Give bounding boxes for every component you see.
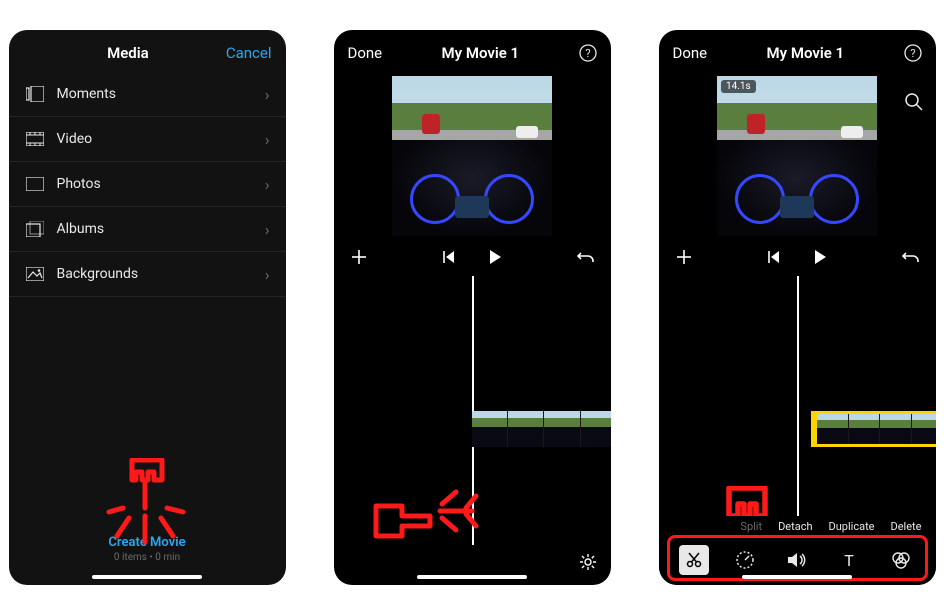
- help-button[interactable]: ?: [579, 44, 597, 62]
- project-title: My Movie 1: [382, 44, 578, 62]
- done-button[interactable]: Done: [348, 44, 383, 62]
- moments-row[interactable]: Moments ›: [9, 72, 286, 117]
- detach-action[interactable]: Detach: [778, 520, 812, 533]
- add-media-button[interactable]: [350, 248, 368, 266]
- svg-text:?: ?: [910, 47, 915, 60]
- photos-icon: [25, 174, 45, 194]
- editor-screen-selected: Done My Movie 1 ? 14.1s: [659, 30, 936, 585]
- video-preview[interactable]: [392, 76, 552, 236]
- video-label: Video: [57, 131, 253, 147]
- delete-action[interactable]: Delete: [891, 520, 922, 533]
- albums-icon: [25, 219, 45, 239]
- preview-area: [334, 72, 611, 238]
- cut-tool[interactable]: [679, 545, 709, 575]
- backgrounds-icon: [25, 264, 45, 284]
- settings-button[interactable]: [579, 553, 597, 571]
- filters-tool[interactable]: [886, 545, 916, 575]
- moments-icon: [25, 84, 45, 104]
- svg-text:T: T: [844, 551, 854, 569]
- project-title: My Movie 1: [707, 44, 903, 62]
- timeline[interactable]: [334, 276, 611, 545]
- chevron-right-icon: ›: [265, 85, 270, 104]
- editor-screen-empty-selection: Done My Movie 1 ?: [334, 30, 611, 585]
- volume-tool[interactable]: [782, 545, 812, 575]
- header: Done My Movie 1 ?: [659, 30, 936, 72]
- media-list: Moments › Video › Photos › Albums ›: [9, 72, 286, 297]
- header: Done My Movie 1 ?: [334, 30, 611, 72]
- home-indicator[interactable]: [417, 575, 527, 579]
- create-movie-subtitle: 0 items • 0 min: [9, 552, 286, 563]
- backgrounds-row[interactable]: Backgrounds ›: [9, 252, 286, 297]
- create-movie-button[interactable]: Create Movie: [9, 535, 286, 550]
- add-media-button[interactable]: [675, 248, 693, 266]
- moments-label: Moments: [57, 86, 253, 102]
- backgrounds-label: Backgrounds: [57, 266, 253, 282]
- playhead[interactable]: [797, 276, 799, 516]
- video-row[interactable]: Video ›: [9, 117, 286, 162]
- video-icon: [25, 129, 45, 149]
- timestamp-badge: 14.1s: [721, 80, 756, 93]
- split-action[interactable]: Split: [740, 520, 762, 533]
- bottom-bar: [334, 545, 611, 585]
- timeline-clip-selected[interactable]: [811, 411, 936, 447]
- zoom-button[interactable]: [904, 92, 924, 112]
- duplicate-action[interactable]: Duplicate: [829, 520, 875, 533]
- chevron-right-icon: ›: [265, 175, 270, 194]
- video-preview[interactable]: 14.1s: [717, 76, 877, 236]
- home-indicator[interactable]: [742, 575, 852, 579]
- preview-area: 14.1s: [659, 72, 936, 238]
- chevron-right-icon: ›: [265, 265, 270, 284]
- page-title: Media: [30, 44, 226, 62]
- undo-button[interactable]: [902, 248, 920, 266]
- photos-label: Photos: [57, 176, 253, 192]
- timeline-clip[interactable]: [472, 411, 611, 447]
- tap-annotation: [709, 486, 789, 516]
- play-button[interactable]: [486, 248, 504, 266]
- skip-start-button[interactable]: [440, 248, 458, 266]
- cancel-button[interactable]: Cancel: [226, 44, 272, 62]
- transport: [334, 238, 611, 276]
- undo-button[interactable]: [577, 248, 595, 266]
- albums-label: Albums: [57, 221, 253, 237]
- skip-start-button[interactable]: [765, 248, 783, 266]
- done-button[interactable]: Done: [673, 44, 708, 62]
- albums-row[interactable]: Albums ›: [9, 207, 286, 252]
- chevron-right-icon: ›: [265, 130, 270, 149]
- home-indicator[interactable]: [92, 575, 202, 579]
- media-picker-screen: x Media Cancel Moments › Video › Photos …: [9, 30, 286, 585]
- svg-text:?: ?: [585, 47, 590, 60]
- play-button[interactable]: [811, 248, 829, 266]
- chevron-right-icon: ›: [265, 220, 270, 239]
- clip-actions: Split Detach Duplicate Delete: [659, 516, 936, 537]
- help-button[interactable]: ?: [904, 44, 922, 62]
- speed-tool[interactable]: [730, 545, 760, 575]
- photos-row[interactable]: Photos ›: [9, 162, 286, 207]
- titles-tool[interactable]: T: [834, 545, 864, 575]
- point-annotation: [368, 486, 498, 545]
- transport: [659, 238, 936, 276]
- header: x Media Cancel: [9, 30, 286, 72]
- timeline[interactable]: [659, 276, 936, 516]
